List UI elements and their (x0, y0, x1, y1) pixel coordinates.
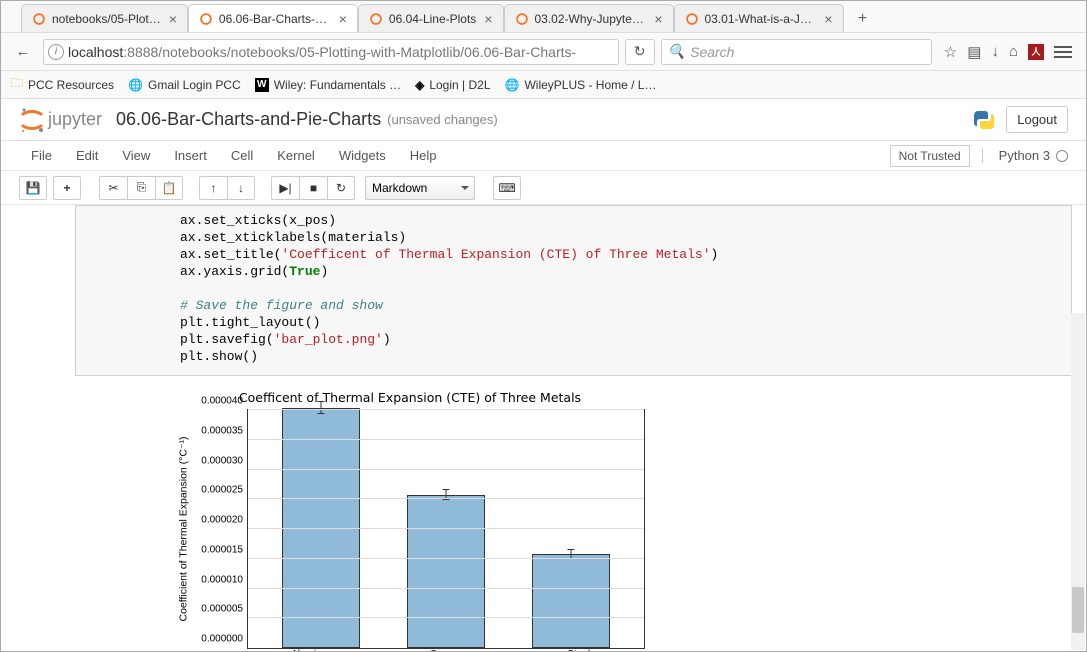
chart-xticks: AluminumCopperSteel (175, 649, 645, 651)
tab-close-icon[interactable]: × (652, 11, 664, 27)
search-box[interactable]: 🔍 Search (661, 39, 932, 65)
browser-tab[interactable]: 03.02-Why-Jupyter… × (504, 4, 674, 32)
move-up-button[interactable]: ↑ (199, 176, 227, 200)
jupyter-logo-text: jupyter (48, 109, 102, 130)
search-placeholder: Search (690, 44, 734, 60)
chart-yticks: 0.0000000.0000050.0000100.0000150.000020… (191, 409, 247, 649)
browser-tab[interactable]: 06.06-Bar-Charts-a… × (188, 4, 358, 32)
jupyter-icon (32, 12, 46, 26)
menu-edit[interactable]: Edit (64, 148, 110, 163)
home-icon[interactable]: ⌂ (1009, 43, 1018, 60)
new-tab-button[interactable]: + (850, 6, 876, 32)
bookmark-item[interactable]: 🌐WileyPLUS - Home / L… (505, 78, 657, 92)
logout-button[interactable]: Logout (1006, 106, 1068, 133)
menu-kernel[interactable]: Kernel (265, 148, 327, 163)
browser-tab[interactable]: 03.01-What-is-a-Ju… × (674, 4, 844, 32)
chart-plot-area (247, 409, 645, 649)
jupyter-menu-bar: File Edit View Insert Cell Kernel Widget… (1, 141, 1086, 171)
bookmark-star-icon[interactable]: ☆ (944, 43, 957, 61)
tab-title: 03.02-Why-Jupyter… (535, 12, 647, 26)
restart-button[interactable]: ↻ (327, 176, 355, 200)
globe-icon: 🌐 (128, 78, 143, 92)
globe-icon: 🌐 (505, 78, 520, 92)
cell-type-selector[interactable]: Markdown (365, 176, 475, 200)
code-cell[interactable]: ax.set_xticks(x_pos) ax.set_xticklabels(… (75, 205, 1072, 376)
folder-icon: 🗀 (11, 74, 23, 95)
move-down-button[interactable]: ↓ (227, 176, 255, 200)
back-button[interactable]: ← (9, 39, 37, 65)
tab-title: 06.06-Bar-Charts-a… (219, 12, 331, 26)
tab-close-icon[interactable]: × (167, 11, 179, 27)
bookmark-item[interactable]: WWiley: Fundamentals … (255, 78, 401, 92)
jupyter-header: jupyter 06.06-Bar-Charts-and-Pie-Charts … (1, 99, 1086, 141)
chart-output: Coefficent of Thermal Expansion (CTE) of… (175, 390, 645, 651)
run-button[interactable]: ▶| (271, 176, 299, 200)
jupyter-icon (199, 12, 213, 26)
stop-button[interactable]: ■ (299, 176, 327, 200)
browser-tab-strip: — ☐ ✕ notebooks/05-Plot… × 06.06-Bar-Cha… (1, 1, 1086, 33)
tab-title: 06.04-Line-Plots (389, 12, 476, 26)
chart-ylabel: Coefficient of Thermal Expansion (°C⁻¹) (175, 409, 191, 649)
search-icon: 🔍 (668, 43, 685, 60)
library-icon[interactable]: ▤ (967, 43, 981, 61)
menu-icon[interactable] (1054, 46, 1072, 58)
tab-title: notebooks/05-Plot… (52, 12, 161, 26)
address-bar[interactable]: i localhost:8888/notebooks/notebooks/05-… (43, 39, 619, 65)
scroll-thumb[interactable] (1072, 587, 1084, 633)
menu-help[interactable]: Help (398, 148, 449, 163)
command-palette-button[interactable]: ⌨ (493, 176, 521, 200)
paste-button[interactable]: 📋 (155, 176, 183, 200)
pdf-icon[interactable]: 人 (1028, 44, 1044, 60)
browser-tab[interactable]: notebooks/05-Plot… × (21, 4, 188, 32)
python-icon (972, 108, 996, 132)
menu-insert[interactable]: Insert (162, 148, 219, 163)
notebook-status: (unsaved changes) (387, 112, 498, 127)
tab-title: 03.01-What-is-a-Ju… (705, 12, 817, 26)
vertical-scrollbar[interactable] (1071, 313, 1085, 650)
menu-widgets[interactable]: Widgets (327, 148, 398, 163)
downloads-icon[interactable]: ↓ (991, 43, 999, 60)
cut-button[interactable]: ✂ (99, 176, 127, 200)
bookmarks-bar: 🗀PCC Resources 🌐Gmail Login PCC WWiley: … (1, 71, 1086, 99)
trust-indicator[interactable]: Not Trusted (890, 145, 970, 167)
reload-button[interactable]: ↻ (625, 39, 655, 65)
site-info-icon[interactable]: i (48, 44, 64, 60)
bookmark-item[interactable]: 🌐Gmail Login PCC (128, 78, 241, 92)
kernel-status-icon (1056, 150, 1068, 162)
tab-close-icon[interactable]: × (337, 11, 349, 27)
tab-close-icon[interactable]: × (822, 11, 834, 27)
jupyter-logo-icon (19, 106, 45, 134)
bookmark-item[interactable]: ◈Login | D2L (415, 78, 490, 92)
browser-tab[interactable]: 06.04-Line-Plots × (358, 4, 504, 32)
notebook-title[interactable]: 06.06-Bar-Charts-and-Pie-Charts (116, 109, 381, 130)
tab-close-icon[interactable]: × (482, 11, 494, 27)
jupyter-icon (685, 12, 699, 26)
jupyter-logo[interactable]: jupyter (19, 106, 102, 134)
jupyter-toolbar: 💾 + ✂ ⎘ 📋 ↑ ↓ ▶| ■ ↻ Markdown ⌨ (1, 171, 1086, 205)
kernel-indicator[interactable]: Python 3 (982, 148, 1068, 163)
menu-file[interactable]: File (19, 148, 64, 163)
save-button[interactable]: 💾 (19, 176, 47, 200)
wiley-icon: W (255, 78, 269, 92)
chart-title: Coefficent of Thermal Expansion (CTE) of… (175, 390, 645, 405)
browser-nav-bar: ← i localhost:8888/notebooks/notebooks/0… (1, 33, 1086, 71)
add-cell-button[interactable]: + (53, 176, 81, 200)
menu-cell[interactable]: Cell (219, 148, 265, 163)
url-text: localhost:8888/notebooks/notebooks/05-Pl… (68, 44, 614, 60)
bookmark-item[interactable]: 🗀PCC Resources (11, 74, 114, 95)
jupyter-icon (369, 12, 383, 26)
d2l-icon: ◈ (415, 78, 424, 92)
copy-button[interactable]: ⎘ (127, 176, 155, 200)
jupyter-icon (515, 12, 529, 26)
menu-view[interactable]: View (110, 148, 162, 163)
